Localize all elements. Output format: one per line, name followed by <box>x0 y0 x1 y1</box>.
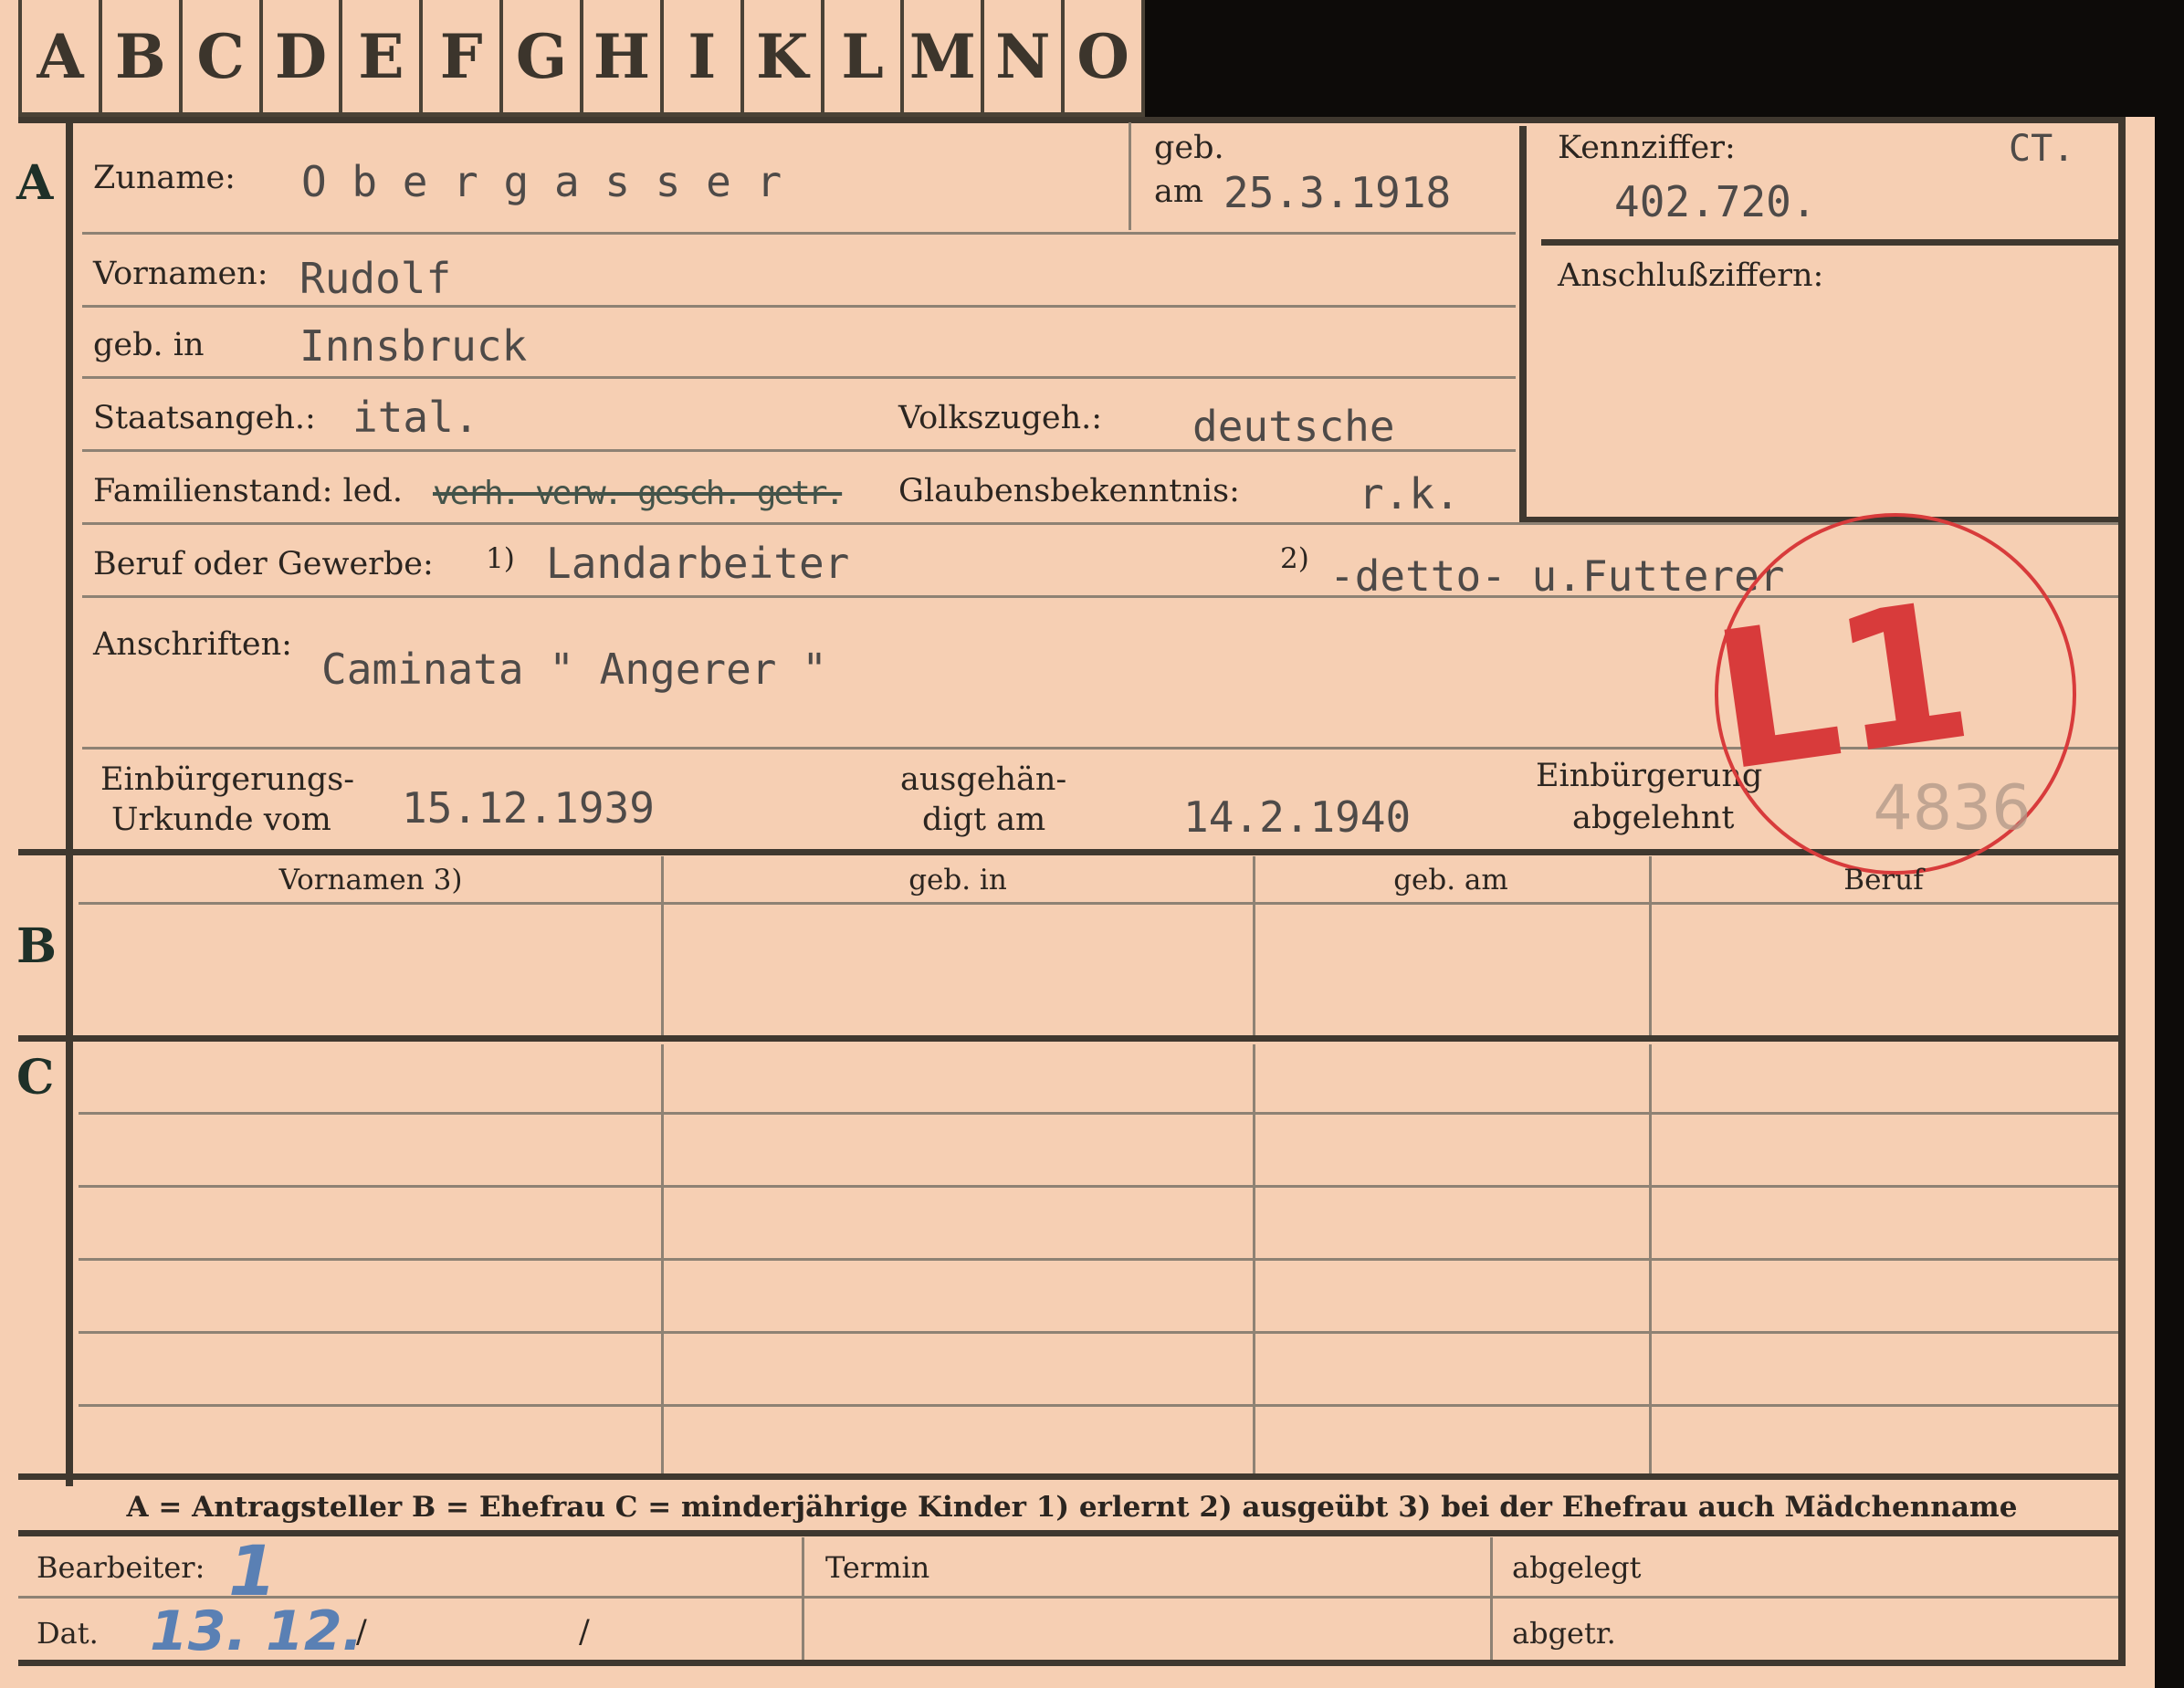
tab-i: I <box>663 0 744 117</box>
religion-label: Glaubensbekenntnis: <box>898 473 1240 509</box>
legend-bottom-line <box>18 1530 2118 1536</box>
birthplace-label: geb. in <box>93 327 205 363</box>
id-number-label: Kennziffer: <box>1558 130 1736 166</box>
filed-label: abgelegt <box>1512 1550 1642 1585</box>
tab-c: C <box>182 0 263 117</box>
deadline-label: Termin <box>825 1550 930 1585</box>
registration-card: A B C D E F G H I K L M N O A Zuname: O … <box>0 0 2184 1688</box>
column-birthplace: geb. in <box>908 864 1007 896</box>
occupation-footnote-2: 2) <box>1280 542 1309 575</box>
row-line <box>82 305 1516 308</box>
birth-date-label: am <box>1154 173 1204 210</box>
frame-bottom-line <box>18 1660 2126 1666</box>
surname-value: O b e r g a s s e r <box>301 157 782 206</box>
tab-a: A <box>18 0 102 117</box>
tab-m: M <box>904 0 985 117</box>
tab-l: L <box>824 0 905 117</box>
handed-over-date: 14.2.1940 <box>1183 792 1412 842</box>
column-first-names: Vornamen 3) <box>278 864 463 896</box>
section-b-label: B <box>16 918 57 974</box>
row-line <box>82 376 1516 379</box>
section-label-divider <box>66 117 73 1486</box>
citizenship-value: ital. <box>352 393 479 442</box>
row-line <box>18 1596 2118 1599</box>
tab-d: D <box>262 0 343 117</box>
ethnicity-label: Volkszugeh.: <box>898 400 1103 436</box>
tab-n: N <box>984 0 1066 117</box>
date-separator-1: / <box>356 1614 367 1651</box>
occupation-footnote-1: 1) <box>486 542 515 575</box>
first-name-value: Rudolf <box>299 254 452 303</box>
birthdate-divider <box>1129 122 1131 230</box>
connection-numbers-label: Anschlußziffern: <box>1558 257 1824 294</box>
red-stamp: L1 4836 <box>1706 513 2076 875</box>
row-line <box>82 232 1516 235</box>
birthplace-value: Innsbruck <box>299 321 528 371</box>
tab-e: E <box>342 0 424 117</box>
tab-b: B <box>101 0 183 117</box>
section-a-label: A <box>16 155 54 211</box>
birth-label: geb. <box>1154 130 1224 166</box>
frame-top-line <box>18 117 2126 123</box>
tab-o: O <box>1065 0 1146 117</box>
handed-over-label-2: digt am <box>922 802 1046 838</box>
tab-h: H <box>583 0 664 117</box>
stamp-number-pencil: 4836 <box>1873 772 2031 844</box>
row-line <box>79 1112 2118 1115</box>
first-name-label: Vornamen: <box>93 256 268 292</box>
id-number-suffix: CT. <box>2009 128 2075 170</box>
col-line <box>1649 1044 1652 1473</box>
birth-date-value: 25.3.1918 <box>1223 168 1452 217</box>
naturalization-certificate-date: 15.12.1939 <box>402 783 655 833</box>
tab-g: G <box>503 0 584 117</box>
index-tab-strip: A B C D E F G H I K L M N O <box>18 0 1146 117</box>
date-separator-2: / <box>579 1614 590 1651</box>
surname-label: Zuname: <box>93 160 236 196</box>
addresses-value: Caminata " Angerer " <box>321 645 827 694</box>
column-occupation: Beruf <box>1843 864 1924 896</box>
col-line <box>802 1537 804 1665</box>
clerk-label: Bearbeiter: <box>37 1550 205 1585</box>
section-divider-bc <box>18 1035 2118 1042</box>
tab-k: K <box>743 0 824 117</box>
col-line <box>1490 1537 1493 1665</box>
religion-value: r.k. <box>1359 469 1460 519</box>
handed-over-label-1: ausgehän- <box>900 761 1067 798</box>
frame-right-line <box>2118 117 2126 1665</box>
col-line <box>661 856 664 1035</box>
id-box-divider <box>1541 239 2118 246</box>
row-line <box>79 1258 2118 1261</box>
ethnicity-value: deutsche <box>1192 402 1395 451</box>
citizenship-label: Staatsangeh.: <box>93 400 316 436</box>
column-birthdate: geb. am <box>1393 864 1508 896</box>
naturalization-certificate-label-2: Urkunde vom <box>111 802 331 838</box>
row-line <box>79 1331 2118 1334</box>
row-line <box>82 449 1516 452</box>
col-line <box>1649 856 1652 1035</box>
marital-status-label: Familienstand: led. <box>93 473 403 509</box>
section-c-bottom-line <box>18 1473 2118 1480</box>
col-line <box>1253 1044 1255 1473</box>
id-number-value: 402.720. <box>1614 177 1817 226</box>
section-c-label: C <box>16 1050 55 1106</box>
row-line <box>79 1404 2118 1407</box>
row-line <box>79 902 2118 905</box>
removed-label: abgetr. <box>1512 1616 1616 1651</box>
col-line <box>1253 856 1255 1035</box>
id-box-left-line <box>1519 126 1527 524</box>
marital-status-struck-options: verh. verw. gesch. getr. <box>433 475 845 512</box>
occupation-label: Beruf oder Gewerbe: <box>93 546 434 582</box>
col-line <box>661 1044 664 1473</box>
date-label: Dat. <box>37 1616 99 1651</box>
occupation-learned-value: Landarbeiter <box>546 539 850 588</box>
tab-f: F <box>423 0 504 117</box>
row-line <box>79 1185 2118 1188</box>
scan-background <box>1145 0 2184 117</box>
addresses-label: Anschriften: <box>93 626 292 663</box>
date-value: 13. 12. <box>150 1599 363 1663</box>
naturalization-certificate-label-1: Einbürgerungs- <box>100 761 355 798</box>
legend: A = Antragsteller B = Ehefrau C = minder… <box>126 1491 2018 1524</box>
